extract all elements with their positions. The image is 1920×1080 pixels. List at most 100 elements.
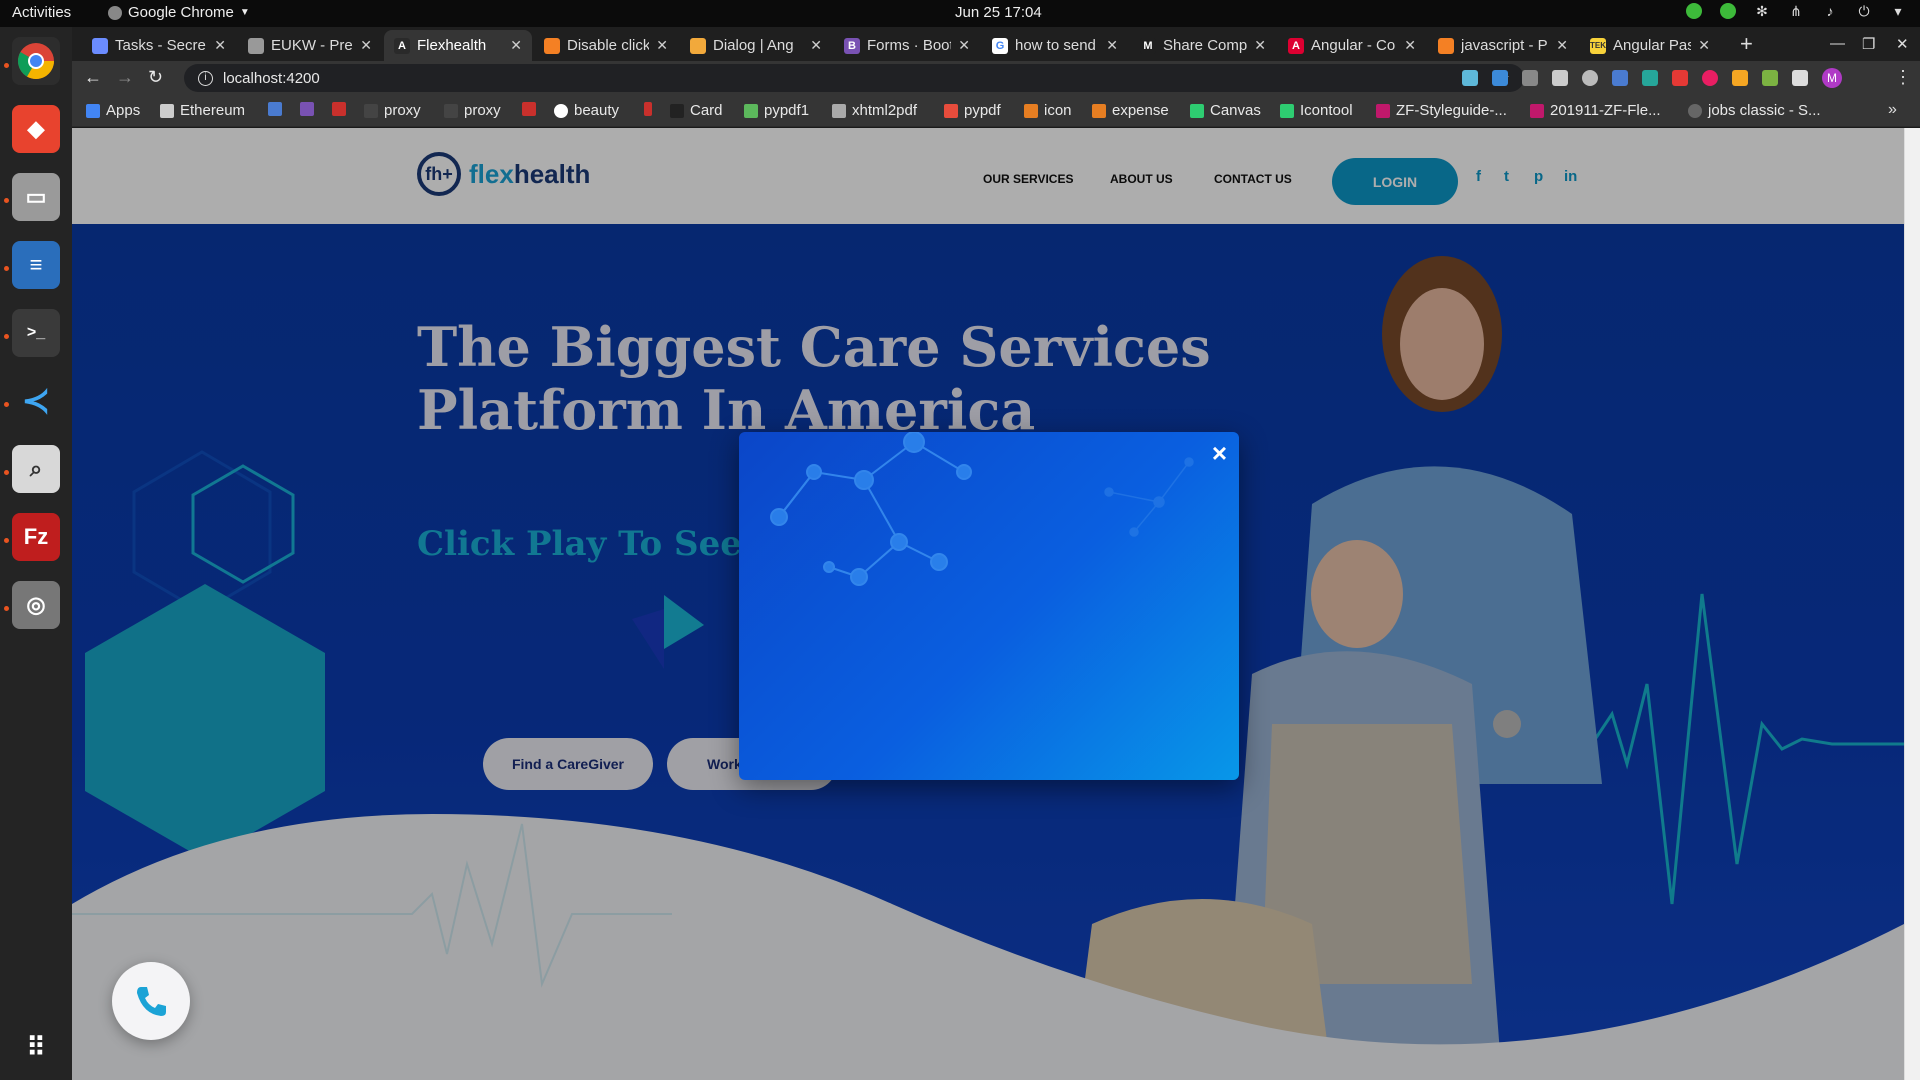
- extension-icon[interactable]: [1552, 70, 1568, 86]
- tab-tasks[interactable]: Tasks - Secre ✕: [82, 30, 236, 61]
- bookmark-red-2[interactable]: [522, 102, 536, 116]
- close-dialog-button[interactable]: ×: [1212, 438, 1227, 469]
- tab-disable-click[interactable]: Disable click ✕: [534, 30, 678, 61]
- bootstrap-icon: B: [844, 37, 860, 54]
- app-menu[interactable]: Google Chrome ▼: [108, 4, 250, 21]
- chevron-down-icon[interactable]: ▾: [1890, 3, 1906, 19]
- bookmark-xhtml2pdf[interactable]: xhtml2pdf: [832, 102, 917, 119]
- volume-icon[interactable]: ♪: [1822, 3, 1838, 19]
- video-dialog[interactable]: ×: [739, 432, 1239, 780]
- new-tab-icon[interactable]: +: [1740, 31, 1753, 57]
- info-icon[interactable]: i: [198, 70, 213, 86]
- bookmark-red[interactable]: [332, 102, 346, 116]
- bookmark-apps[interactable]: Apps: [86, 102, 140, 119]
- forward-icon[interactable]: →: [116, 67, 134, 88]
- tab-dialog[interactable]: Dialog | Ang ✕: [680, 30, 832, 61]
- extension-icon[interactable]: [1522, 70, 1538, 86]
- bookmark-ethereum[interactable]: Ethereum: [160, 102, 245, 119]
- url-text[interactable]: localhost:4200: [223, 70, 320, 87]
- minimize-icon[interactable]: —: [1830, 35, 1845, 52]
- bookmark-label: pypdf1: [764, 102, 810, 119]
- close-tab-icon[interactable]: ✕: [810, 37, 822, 54]
- close-window-icon[interactable]: ✕: [1896, 35, 1909, 53]
- menu-kebab-icon[interactable]: ⋮: [1894, 67, 1912, 88]
- extension-icon[interactable]: [1732, 70, 1748, 86]
- bookmark-zf-fle[interactable]: 201911-ZF-Fle...: [1530, 102, 1661, 119]
- python-icon: [744, 103, 758, 118]
- bookmark-translate[interactable]: [268, 102, 282, 116]
- extension-icon[interactable]: [1762, 70, 1778, 86]
- extension-icon[interactable]: [1702, 70, 1718, 86]
- page-viewport: fh+ flexhealth OUR SERVICES ABOUT US CON…: [72, 128, 1904, 1080]
- magnifier-icon[interactable]: ⌕: [12, 445, 60, 493]
- back-icon[interactable]: ←: [84, 67, 102, 88]
- close-tab-icon[interactable]: ✕: [360, 37, 372, 54]
- key-icon[interactable]: [1792, 70, 1808, 86]
- bookmark-proxy-1[interactable]: proxy: [364, 102, 421, 119]
- bookmark-jobs[interactable]: jobs classic - S...: [1688, 102, 1821, 119]
- close-tab-icon[interactable]: ✕: [510, 37, 522, 54]
- tab-eukw[interactable]: EUKW - Preze ✕: [238, 30, 382, 61]
- terminal-icon[interactable]: >_: [12, 309, 60, 357]
- activities-button[interactable]: Activities: [12, 4, 71, 21]
- bookmark-icon-link[interactable]: icon: [1024, 102, 1072, 119]
- tab-angular-pas[interactable]: TEK Angular Pas ✕: [1580, 30, 1720, 61]
- close-tab-icon[interactable]: ✕: [214, 37, 226, 54]
- network-icon[interactable]: ⋔: [1788, 3, 1804, 19]
- files-icon[interactable]: ▭: [12, 173, 60, 221]
- bookmark-expense[interactable]: expense: [1092, 102, 1169, 119]
- clock[interactable]: Jun 25 17:04: [955, 4, 1042, 21]
- bookmark-pypdf[interactable]: pypdf: [944, 102, 1001, 119]
- restore-icon[interactable]: ❐: [1862, 35, 1875, 53]
- anydesk-icon[interactable]: ◆: [12, 105, 60, 153]
- chrome-icon[interactable]: [12, 37, 60, 85]
- system-tray[interactable]: ✻ ⋔ ♪ ⏻ ▾: [1686, 3, 1906, 19]
- reload-icon[interactable]: ↻: [148, 67, 163, 88]
- address-bar[interactable]: i localhost:4200 ☆: [184, 64, 1524, 92]
- bookmark-bootstrap[interactable]: [300, 102, 314, 116]
- extension-icon[interactable]: [1672, 70, 1688, 86]
- disk-icon[interactable]: ◎: [12, 581, 60, 629]
- extension-icon[interactable]: [1492, 70, 1508, 86]
- tab-flexhealth[interactable]: A Flexhealth ✕: [384, 30, 532, 61]
- bookmark-label: Ethereum: [180, 102, 246, 119]
- extension-icon[interactable]: [1462, 70, 1478, 86]
- bookmark-canvas[interactable]: Canvas: [1190, 102, 1261, 119]
- extension-icon[interactable]: [1612, 70, 1628, 86]
- settings-icon[interactable]: ✻: [1754, 3, 1770, 19]
- close-tab-icon[interactable]: ✕: [656, 37, 668, 54]
- tab-share-comp[interactable]: M Share Comp ✕: [1130, 30, 1276, 61]
- bookmark-zf-styleguide[interactable]: ZF-Styleguide-...: [1376, 102, 1507, 119]
- close-tab-icon[interactable]: ✕: [1106, 37, 1118, 54]
- filezilla-icon[interactable]: Fz: [12, 513, 60, 561]
- vscode-icon[interactable]: ≺: [12, 377, 60, 425]
- bookmark-proxy-2[interactable]: proxy: [444, 102, 501, 119]
- shield-icon: [690, 37, 706, 54]
- power-icon[interactable]: ⏻: [1856, 3, 1872, 19]
- bookmark-beauty[interactable]: beauty: [554, 102, 619, 119]
- profile-avatar[interactable]: M: [1822, 68, 1842, 88]
- tab-how-to-send[interactable]: G how to send ✕: [982, 30, 1128, 61]
- close-tab-icon[interactable]: ✕: [958, 37, 970, 54]
- page-scrollbar[interactable]: [1904, 128, 1920, 1080]
- bookmark-card[interactable]: Card: [670, 102, 723, 119]
- more-bookmarks-icon[interactable]: »: [1888, 101, 1897, 119]
- close-tab-icon[interactable]: ✕: [1556, 37, 1568, 54]
- tab-angular[interactable]: A Angular - Co ✕: [1278, 30, 1426, 61]
- writer-icon[interactable]: ≡: [12, 241, 60, 289]
- extension-icon[interactable]: [1582, 70, 1598, 86]
- bookmark-icontool[interactable]: Icontool: [1280, 102, 1353, 119]
- tab-javascript[interactable]: javascript - P ✕: [1428, 30, 1578, 61]
- status-ok-icon[interactable]: [1720, 3, 1736, 19]
- tab-label: Tasks - Secre: [115, 37, 206, 54]
- close-tab-icon[interactable]: ✕: [1698, 37, 1710, 54]
- bookmark-pypdf1[interactable]: pypdf1: [744, 102, 809, 119]
- close-tab-icon[interactable]: ✕: [1254, 37, 1266, 54]
- tab-forms[interactable]: B Forms · Boot ✕: [834, 30, 980, 61]
- bookmark-red-3[interactable]: [644, 102, 652, 116]
- call-button[interactable]: [112, 962, 190, 1040]
- show-apps-icon[interactable]: ⠿: [12, 1023, 60, 1071]
- close-tab-icon[interactable]: ✕: [1404, 37, 1416, 54]
- status-ok-icon[interactable]: [1686, 3, 1702, 19]
- extension-icon[interactable]: [1642, 70, 1658, 86]
